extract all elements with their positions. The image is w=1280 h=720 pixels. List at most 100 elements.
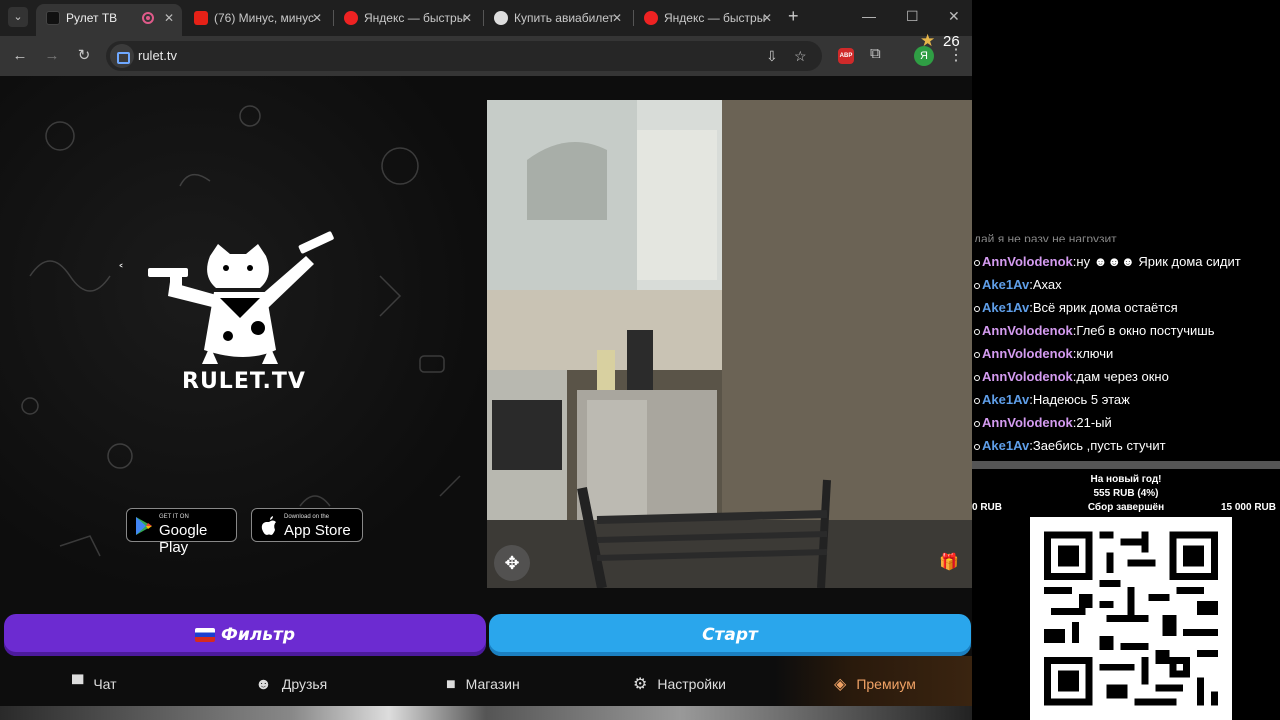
close-icon[interactable]: ✕ [612,4,622,32]
tab-search-chevron-icon[interactable]: ⌄ [8,7,28,27]
bookmark-star-icon[interactable]: ☆ [794,48,807,65]
chat-icon: ▀ [72,676,84,693]
chat-user: Ake1Av [982,277,1030,292]
chat-bullet-icon [974,283,980,289]
russia-flag-icon [195,628,215,642]
new-tab-plus-icon[interactable]: + [788,6,799,27]
apple-logo-icon [261,516,276,535]
chat-message: AnnVolodenok:ключи [974,346,1113,361]
nav-label: Премиум [856,676,916,692]
reload-icon[interactable]: ↻ [72,44,96,68]
chat-bullet-icon [974,421,980,427]
close-icon[interactable]: ✕ [462,4,472,32]
nav-friends[interactable]: ☻ Друзья [255,666,327,706]
chat-bullet-icon [974,306,980,312]
tab-aviasales[interactable]: Купить авиабилет ✕ [484,4,630,32]
app-store-small-text: Download on the [284,514,330,520]
chat-user: AnnVolodenok [982,254,1073,269]
chat-text: Ахах [1032,277,1062,292]
gamepad-icon[interactable]: ✥ [494,545,530,581]
chat-user: AnnVolodenok [982,346,1073,361]
recording-icon [142,12,154,24]
chat-bullet-icon [974,352,980,358]
chat-message: AnnVolodenok:ну ☻☻☻ Ярик дома сидит [974,254,1241,269]
extensions-puzzle-icon[interactable]: ⧉ [870,45,881,62]
rulet-favicon-icon [46,11,60,25]
chat-user: AnnVolodenok [982,323,1073,338]
star-icon: ★ [920,31,936,50]
google-play-small-text: GET IT ON [159,514,189,520]
shop-bag-icon: ■ [446,676,456,693]
chat-text: ключи [1076,346,1114,361]
close-icon[interactable]: ✕ [164,4,174,32]
adblock-plus-icon[interactable]: ABP [838,48,854,64]
url-text[interactable]: rulet.tv [138,48,177,63]
browser-window: ⌄ Рулет ТВ ✕ (76) Минус, минус ✕ Яндекс … [0,0,972,720]
chat-message: AnnVolodenok:дам через окно [974,369,1169,384]
close-icon[interactable]: ✕ [762,4,772,32]
minimize-icon[interactable]: — [862,8,876,24]
chat-cutoff-line: дай я не разу не нагрузит [974,232,1117,242]
chat-text: ну ☻☻☻ Ярик дома сидит [1076,254,1241,269]
window-close-icon[interactable]: ✕ [948,8,960,25]
donation-goal-amount: 15 000 RUB [1220,502,1276,513]
tab-yandex-2[interactable]: Яндекс — быстры ✕ [634,4,780,32]
chat-user: Ake1Av [982,438,1030,453]
chat-text: дам через окно [1076,369,1169,384]
rulet-cat-logo: ˂ [118,231,334,364]
nav-label: Друзья [281,676,328,692]
chat-input-bar [972,461,1280,469]
chat-text: Всё ярик дома остаётся [1032,300,1178,315]
donation-title: На новый год! [1090,474,1162,485]
chat-message: AnnVolodenok:Глеб в окно постучишь [974,323,1215,338]
nav-settings[interactable]: ⚙ Настройки [633,666,726,706]
nav-chat[interactable]: ▀ Чат [72,666,117,706]
nav-label: Чат [93,676,117,692]
aviasales-icon [494,11,508,25]
star-count: 26 [943,33,960,50]
chat-bullet-icon [974,398,980,404]
chat-user: Ake1Av [982,392,1030,407]
tab-rulet[interactable]: Рулет ТВ ✕ [36,4,182,36]
nav-premium[interactable]: ◈ Премиум [834,666,916,706]
site-info-icon[interactable] [110,44,134,68]
yandex-icon [644,11,658,25]
yandex-icon [344,11,358,25]
friends-icon: ☻ [255,676,272,693]
chat-message: Ake1Av:Всё ярик дома остаётся [974,300,1178,315]
tab-yandex-1[interactable]: Яндекс — быстры ✕ [334,4,480,32]
chat-bullet-icon [974,260,980,266]
chat-text: Надеюсь 5 этаж [1032,392,1130,407]
app-store-label: App Store [284,522,351,539]
chat-text: Глеб в окно постучишь [1076,323,1215,338]
start-button[interactable]: Старт [489,614,971,656]
back-arrow-icon[interactable]: ← [8,44,32,68]
tab-title: Яндекс — быстры [364,11,466,25]
tab-youtube[interactable]: (76) Минус, минус ✕ [184,4,330,32]
tab-title: (76) Минус, минус [214,11,314,25]
tab-title: Яндекс — быстры [664,11,766,25]
maximize-icon[interactable]: ☐ [906,8,919,25]
partner-video-feed [487,100,972,588]
chat-bullet-icon [974,375,980,381]
close-icon[interactable]: ✕ [312,4,322,32]
tag-icon: ◈ [834,676,847,693]
chat-text: 21-ый [1076,415,1112,430]
donation-qr-code[interactable] [1030,517,1232,720]
chat-bullet-icon [974,444,980,450]
gift-icon[interactable]: 🎁 [939,552,959,572]
address-bar[interactable]: rulet.tv ⇩ ☆ [106,41,822,71]
start-label: Старт [702,625,758,645]
nav-shop[interactable]: ■ Магазин [446,666,520,706]
app-store-button[interactable]: Download on the App Store [251,508,363,542]
chat-user: AnnVolodenok [982,369,1073,384]
install-app-icon[interactable]: ⇩ [766,48,778,65]
chat-user: AnnVolodenok [982,415,1073,430]
google-play-button[interactable]: GET IT ON Google Play [126,508,237,556]
tab-title: Купить авиабилет [514,11,615,25]
filter-button[interactable]: Фильтр [4,614,486,656]
forward-arrow-icon[interactable]: → [40,44,64,68]
browser-toolbar: ← → ↻ rulet.tv ⇩ ☆ ABP ⧉ Я ⋮ [0,36,972,76]
chat-text: Заебись ,пусть стучит [1032,438,1166,453]
google-play-label: Google Play [159,522,208,556]
